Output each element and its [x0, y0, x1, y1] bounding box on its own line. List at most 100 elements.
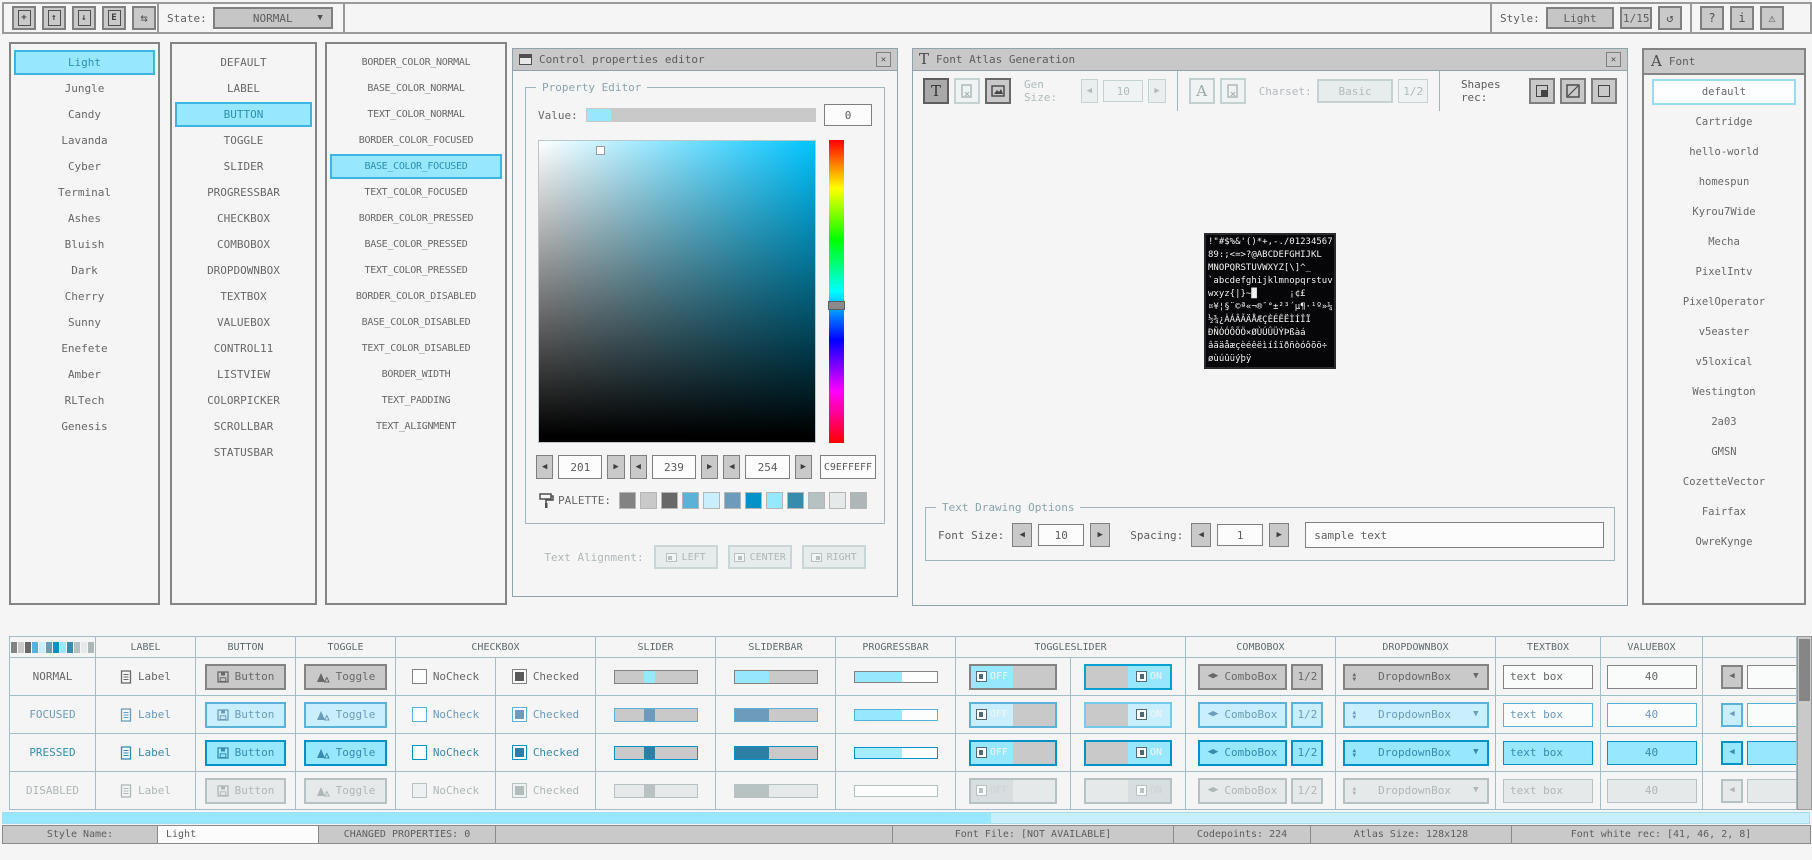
spinner-decrease-button[interactable]: ◀: [1721, 703, 1743, 727]
property-list-item[interactable]: BORDER_COLOR_NORMAL: [330, 50, 502, 75]
gen-size-increase-button[interactable]: ▶: [1148, 79, 1166, 103]
font-list-item[interactable]: hello-world: [1652, 139, 1796, 165]
align-right-button[interactable]: RIGHT: [802, 545, 866, 569]
sample-text-input[interactable]: sample text: [1305, 522, 1604, 548]
preview-button[interactable]: Button: [205, 664, 287, 690]
controls-list-item[interactable]: VALUEBOX: [175, 310, 312, 335]
preview-valuebox[interactable]: 40: [1607, 665, 1697, 689]
preview-toggleslider-off[interactable]: OFF: [969, 778, 1057, 804]
font-list-item[interactable]: v5loxical: [1652, 349, 1796, 375]
palette-swatch[interactable]: [703, 492, 720, 509]
preview-sliderbar[interactable]: [734, 670, 818, 684]
styles-list-item[interactable]: Lavanda: [14, 128, 155, 153]
preview-checkbox-checked[interactable]: [512, 669, 527, 684]
styles-list-item[interactable]: Dark: [14, 258, 155, 283]
preview-textbox[interactable]: text box: [1503, 779, 1593, 803]
controls-list-item[interactable]: CONTROL11: [175, 336, 312, 361]
font-list-item[interactable]: Kyrou7Wide: [1652, 199, 1796, 225]
property-list-item[interactable]: TEXT_COLOR_NORMAL: [330, 102, 502, 127]
state-dropdown[interactable]: NORMAL ▼: [213, 7, 333, 29]
preview-button[interactable]: Button: [205, 740, 287, 766]
controls-list-item[interactable]: LABEL: [175, 76, 312, 101]
close-button[interactable]: ✕: [1606, 52, 1621, 67]
open-file-button[interactable]: ↑: [42, 6, 66, 30]
gen-size-decrease-button[interactable]: ◀: [1081, 79, 1099, 103]
font-list-item[interactable]: Westington: [1652, 379, 1796, 405]
preview-combobox[interactable]: ◀▶ComboBox: [1198, 664, 1288, 690]
preview-toggleslider-off[interactable]: OFF: [969, 664, 1057, 690]
font-size-increase-button[interactable]: ▶: [1090, 523, 1110, 547]
font-list-item[interactable]: default: [1652, 79, 1796, 105]
controls-list-item[interactable]: COLORPICKER: [175, 388, 312, 413]
preview-slider[interactable]: [614, 784, 698, 798]
preview-checkbox-unchecked[interactable]: [412, 745, 427, 760]
styles-list-item[interactable]: Amber: [14, 362, 155, 387]
palette-swatch[interactable]: [745, 492, 762, 509]
reload-style-button[interactable]: ↺: [1658, 6, 1682, 30]
shapes-rec-corner-button[interactable]: [1529, 78, 1555, 104]
preview-slider[interactable]: [614, 708, 698, 722]
color-picker-marker[interactable]: [597, 147, 604, 154]
spinner-decrease-button[interactable]: ◀: [1721, 779, 1743, 803]
slider-thumb[interactable]: [644, 785, 655, 797]
property-list-item[interactable]: TEXT_COLOR_FOCUSED: [330, 180, 502, 205]
controls-list-item[interactable]: DROPDOWNBOX: [175, 258, 312, 283]
styles-list-item[interactable]: Enefete: [14, 336, 155, 361]
styles-list-item[interactable]: RLTech: [14, 388, 155, 413]
value-box[interactable]: 0: [824, 104, 872, 126]
new-file-button[interactable]: +: [12, 6, 36, 30]
font-list-item[interactable]: CozetteVector: [1652, 469, 1796, 495]
preview-button[interactable]: Button: [205, 702, 287, 728]
styles-list-item[interactable]: Cherry: [14, 284, 155, 309]
property-list-item[interactable]: TEXT_COLOR_PRESSED: [330, 258, 502, 283]
styles-list-item[interactable]: Light: [14, 50, 155, 75]
property-list-item[interactable]: TEXT_ALIGNMENT: [330, 414, 502, 439]
font-list-item[interactable]: homespun: [1652, 169, 1796, 195]
spinner-decrease-button[interactable]: ◀: [1721, 741, 1743, 765]
hex-color-box[interactable]: C9EFFEFF: [820, 455, 876, 479]
preview-sliderbar[interactable]: [734, 784, 818, 798]
spinner-decrease-button[interactable]: ◀: [1721, 665, 1743, 689]
preview-toggle[interactable]: Toggle: [304, 702, 388, 728]
controls-list-item[interactable]: DEFAULT: [175, 50, 312, 75]
color-picker-panel[interactable]: [538, 140, 816, 443]
spacing-increase-button[interactable]: ▶: [1269, 523, 1289, 547]
controls-list-item[interactable]: COMBOBOX: [175, 232, 312, 257]
combobox-counter[interactable]: 1/2: [1291, 778, 1323, 804]
font-list-item[interactable]: PixelOperator: [1652, 289, 1796, 315]
hue-bar-thumb[interactable]: [828, 301, 845, 310]
controls-list-item[interactable]: LISTVIEW: [175, 362, 312, 387]
green-decrease-button[interactable]: ◀: [630, 455, 647, 479]
shapes-rec-diagonal-button[interactable]: [1560, 78, 1586, 104]
palette-swatch[interactable]: [808, 492, 825, 509]
font-list-item[interactable]: Fairfax: [1652, 499, 1796, 525]
controls-list-item[interactable]: TEXTBOX: [175, 284, 312, 309]
font-list-item[interactable]: GMSN: [1652, 439, 1796, 465]
style-select-button[interactable]: Light: [1546, 7, 1615, 29]
controls-list-item[interactable]: SCROLLBAR: [175, 414, 312, 439]
palette-swatch[interactable]: [829, 492, 846, 509]
styles-list-item[interactable]: Ashes: [14, 206, 155, 231]
hue-bar[interactable]: [829, 140, 844, 443]
atlas-image-button[interactable]: [985, 78, 1011, 104]
font-size-value-box[interactable]: 10: [1038, 524, 1084, 546]
preview-slider[interactable]: [614, 746, 698, 760]
random-style-button[interactable]: ⇆: [132, 6, 156, 30]
controls-list-item[interactable]: TOGGLE: [175, 128, 312, 153]
charset-select-button[interactable]: Basic: [1317, 79, 1394, 103]
help-button[interactable]: ?: [1700, 6, 1724, 30]
property-list-item[interactable]: BORDER_COLOR_PRESSED: [330, 206, 502, 231]
preview-checkbox-unchecked[interactable]: [412, 707, 427, 722]
charset-clear-button[interactable]: [1220, 78, 1246, 104]
combobox-counter[interactable]: 1/2: [1291, 702, 1323, 728]
controls-list-item[interactable]: BUTTON: [175, 102, 312, 127]
preview-toggleslider-on[interactable]: ON: [1084, 778, 1172, 804]
preview-textbox[interactable]: text box: [1503, 741, 1593, 765]
font-list-item[interactable]: Mecha: [1652, 229, 1796, 255]
palette-swatch[interactable]: [640, 492, 657, 509]
preview-dropdownbox[interactable]: ▲▼DropdownBox▼: [1343, 778, 1489, 804]
align-center-button[interactable]: CENTER: [728, 545, 792, 569]
preview-checkbox-unchecked[interactable]: [412, 669, 427, 684]
value-slider[interactable]: [586, 108, 816, 122]
font-text-mode-button[interactable]: T: [923, 78, 949, 104]
